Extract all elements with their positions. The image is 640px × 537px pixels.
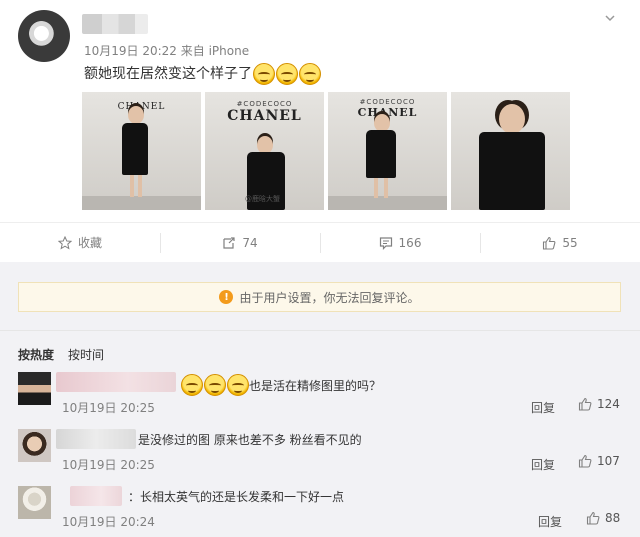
star-icon [57, 235, 72, 250]
repost-count: 74 [242, 235, 258, 250]
like-count: 55 [562, 235, 578, 250]
thumbs-up-icon [586, 511, 600, 525]
comment-button[interactable]: 166 [320, 223, 480, 262]
comment-like-button[interactable]: 88 [586, 511, 620, 525]
user-avatar[interactable] [18, 10, 70, 62]
reply-disabled-notice: ! 由于用户设置，你无法回复评论。 [18, 282, 621, 312]
post-action-bar: 收藏 74 166 55 [0, 222, 640, 262]
comment-text-content: 是没修过的图 原来也差不多 粉丝看不见的 [138, 433, 362, 447]
reply-button[interactable]: 回复 [531, 399, 555, 416]
comment-like-button[interactable]: 107 [578, 454, 620, 468]
comment-text-content: ：长相太英气的还是长发柔和一下好一点 [128, 490, 345, 504]
commenter-name-blurred[interactable] [70, 486, 122, 506]
comments-section: ! 由于用户设置，你无法回复评论。 按热度 按时间 也是活在精修图里的吗？ 10… [0, 262, 640, 537]
smirk-emoji-icon [204, 374, 226, 396]
tab-time[interactable]: 按时间 [68, 346, 104, 363]
like-button[interactable]: 55 [480, 223, 640, 262]
post-photo-4[interactable] [451, 92, 570, 210]
notice-text: 由于用户设置，你无法回复评论。 [239, 290, 420, 305]
comment-count: 166 [398, 235, 422, 250]
post-photo-3[interactable]: #CODECOCO CHANEL [328, 92, 447, 210]
comment-like-count: 107 [597, 454, 620, 468]
commenter-name-blurred[interactable] [56, 429, 136, 449]
tab-hot[interactable]: 按热度 [18, 346, 54, 363]
photo-watermark: @鹿晗大蟹 [245, 195, 280, 203]
smirk-emoji-icon [253, 63, 275, 85]
username-blurred[interactable] [82, 14, 148, 34]
smirk-emoji-icon [181, 374, 203, 396]
comment-icon [379, 236, 392, 250]
comment-text: ：长相太英气的还是长发柔和一下好一点 [128, 488, 344, 505]
smirk-emoji-icon [227, 374, 249, 396]
comment-text-content: 也是活在精修图里的吗？ [249, 378, 382, 393]
chevron-down-icon[interactable] [604, 12, 616, 24]
post-photo-1[interactable]: CHANEL [82, 92, 201, 210]
post-text-content: 额她现在居然变这个样子了 [84, 66, 252, 82]
photo-brand-text: CHANEL [227, 108, 302, 124]
comment-time: 10月19日 20:25 [62, 401, 155, 415]
comment-item: 也是活在精修图里的吗？ 10月19日 20:25 回复 124 [0, 372, 640, 428]
favorite-label: 收藏 [77, 236, 102, 250]
weibo-post: 10月19日 20:22 来自 iPhone 额她现在居然变这个样子了 CHAN… [0, 0, 640, 262]
repost-button[interactable]: 74 [160, 223, 320, 262]
thumbs-up-icon [543, 236, 556, 250]
comment-like-button[interactable]: 124 [578, 397, 620, 411]
commenter-name-blurred[interactable] [56, 372, 176, 392]
post-meta: 10月19日 20:22 来自 iPhone [84, 44, 250, 58]
warning-icon: ! [219, 290, 234, 304]
photo-grid: CHANEL #CODECOCO CHANEL @鹿晗大蟹 #CODECOCO … [82, 92, 570, 210]
comment-like-count: 88 [605, 511, 621, 525]
comment-text: 也是活在精修图里的吗？ [180, 374, 381, 396]
commenter-avatar[interactable] [18, 486, 51, 519]
comment-like-count: 124 [597, 397, 620, 411]
comment-item: 是没修过的图 原来也差不多 粉丝看不见的 10月19日 20:25 回复 107 [0, 429, 640, 485]
divider [0, 330, 640, 331]
post-text: 额她现在居然变这个样子了 [84, 62, 321, 86]
photo-hashtag-text: #CODECOCO [236, 100, 293, 108]
thumbs-up-icon [578, 454, 592, 468]
photo-hashtag-text: #CODECOCO [359, 98, 416, 106]
commenter-avatar[interactable] [18, 372, 51, 405]
smirk-emoji-icon [276, 63, 298, 85]
post-photo-2[interactable]: #CODECOCO CHANEL @鹿晗大蟹 [205, 92, 324, 210]
commenter-avatar[interactable] [18, 429, 51, 462]
smirk-emoji-icon [299, 63, 321, 85]
repost-icon [223, 236, 235, 249]
comment-item: ：长相太英气的还是长发柔和一下好一点 10月19日 20:24 回复 88 [0, 486, 640, 537]
thumbs-up-icon [578, 397, 592, 411]
comment-time: 10月19日 20:24 [62, 515, 155, 529]
comment-sort-tabs: 按热度 按时间 [18, 346, 104, 363]
comment-text: 是没修过的图 原来也差不多 粉丝看不见的 [138, 431, 362, 448]
reply-button[interactable]: 回复 [531, 456, 555, 473]
reply-button[interactable]: 回复 [538, 513, 562, 530]
favorite-button[interactable]: 收藏 [0, 223, 160, 262]
comment-time: 10月19日 20:25 [62, 458, 155, 472]
